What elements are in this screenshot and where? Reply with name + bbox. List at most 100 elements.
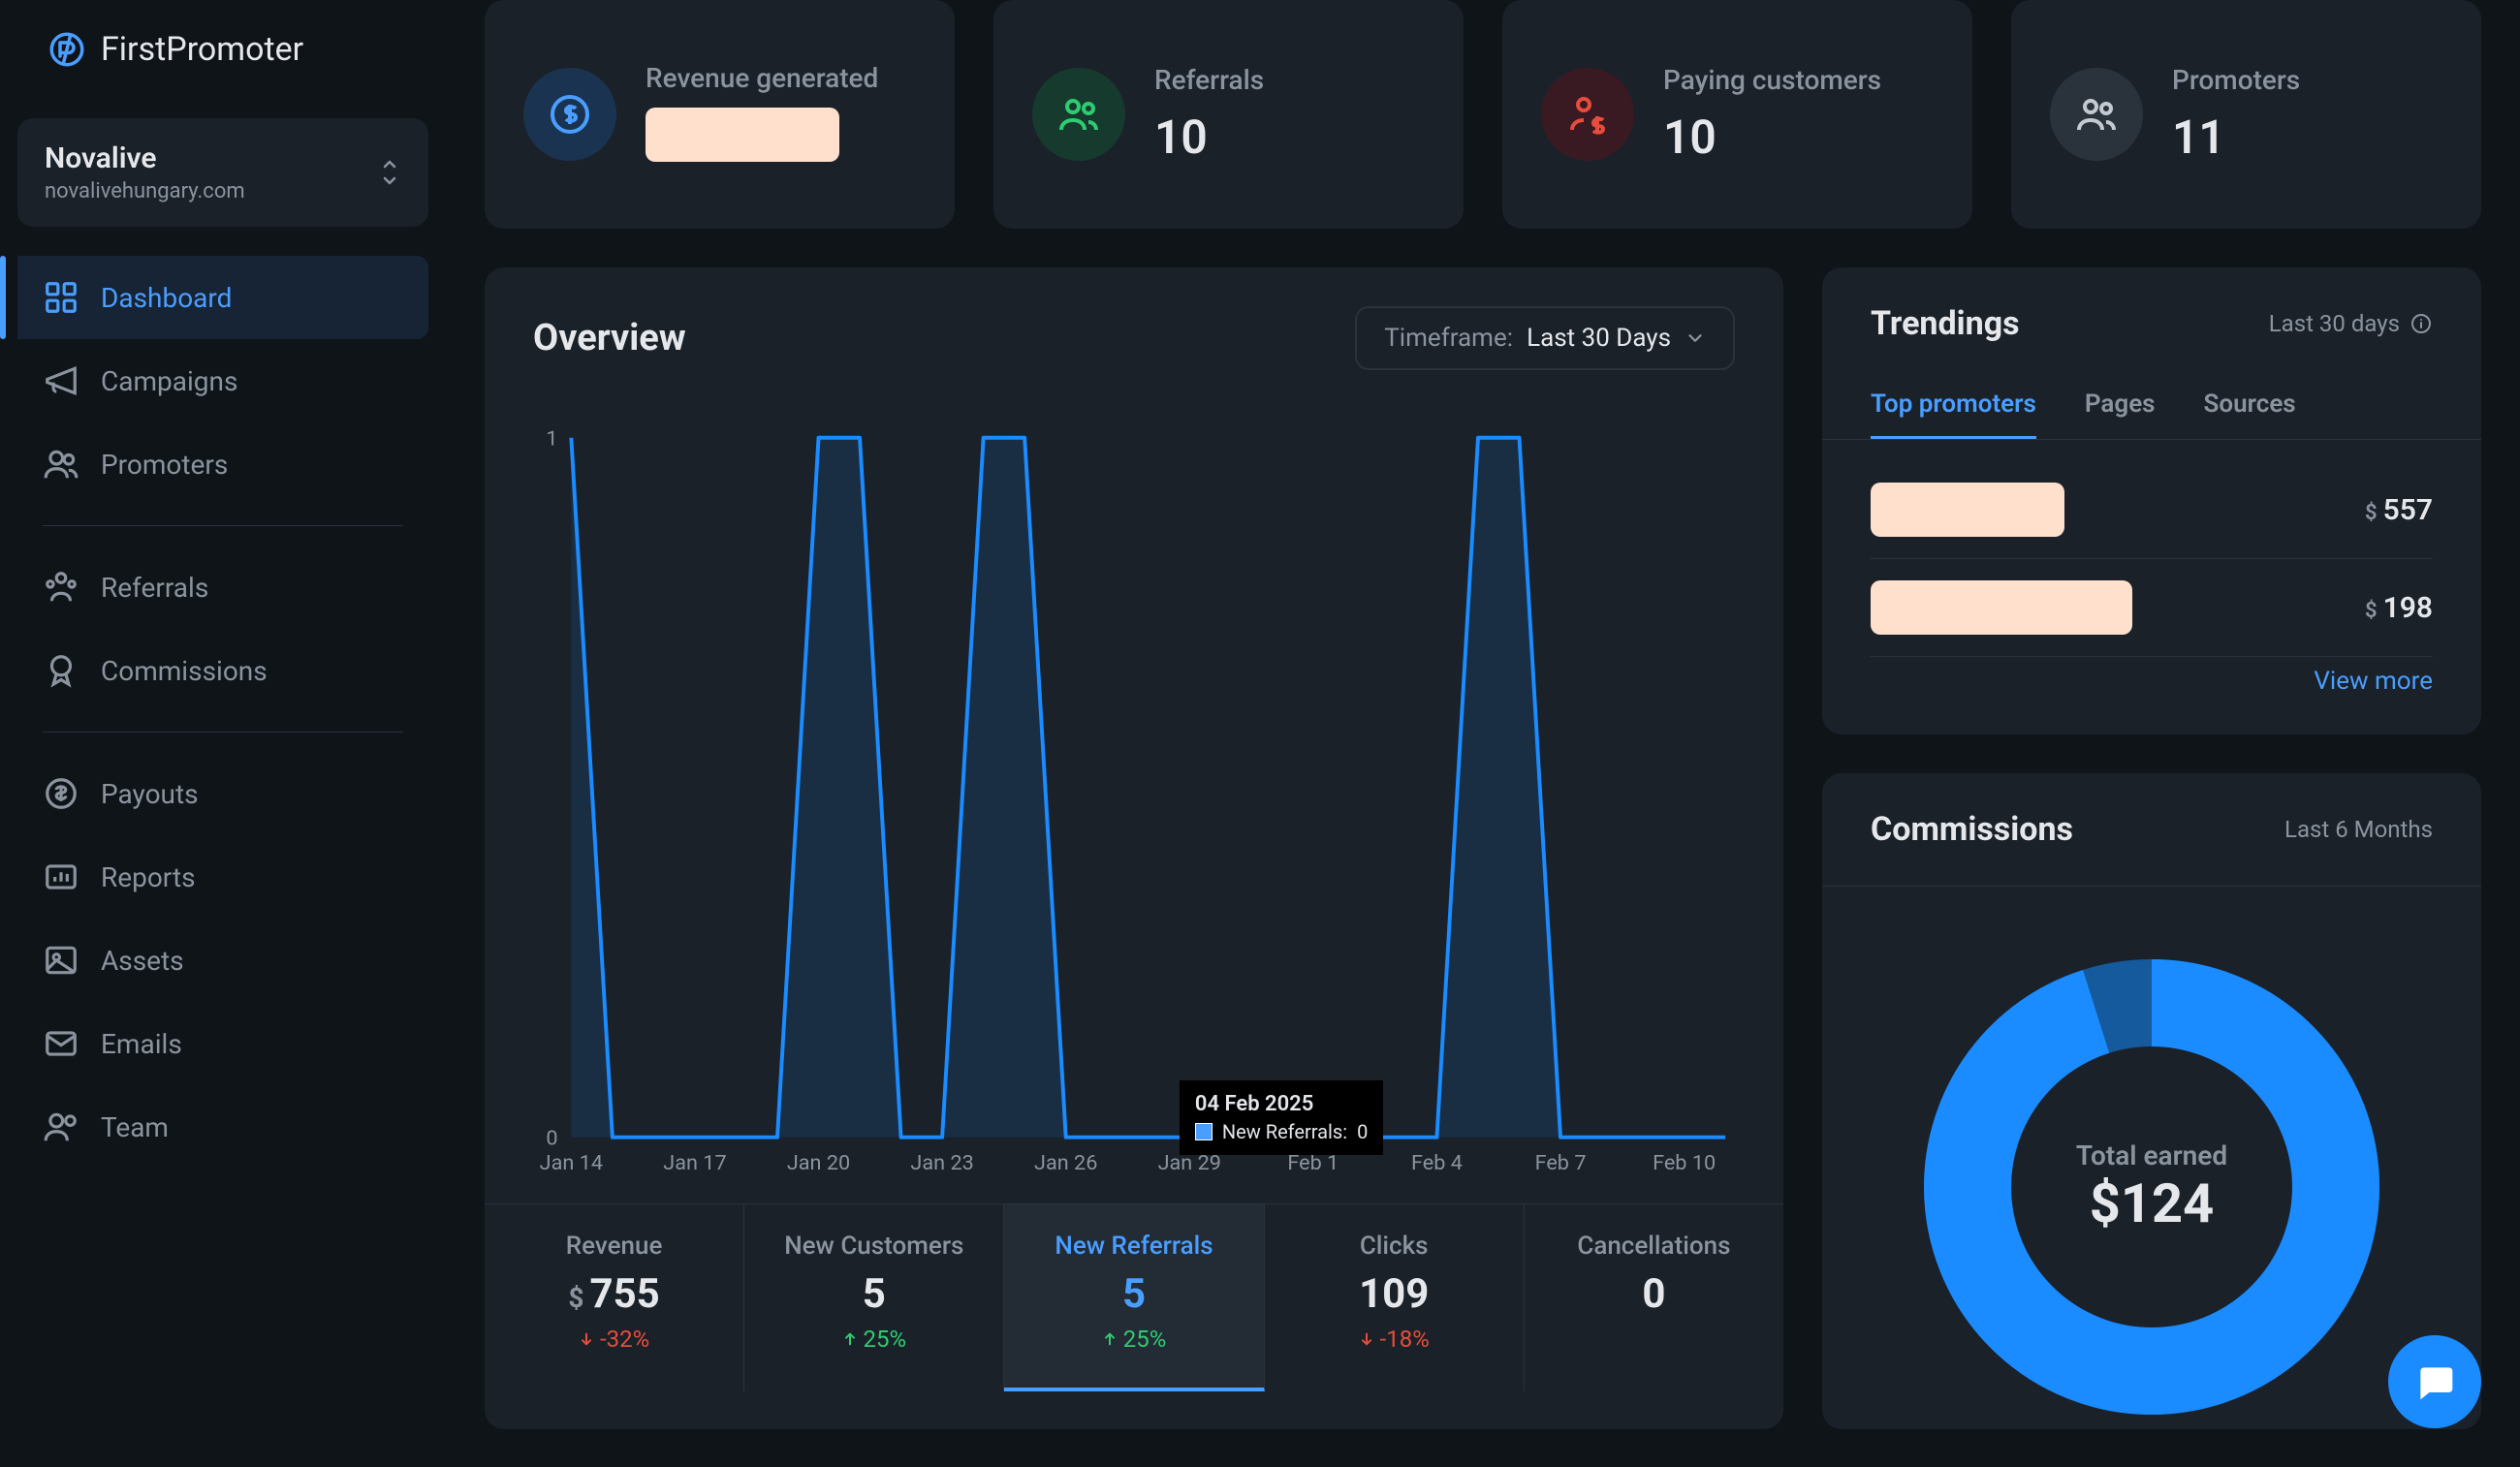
- trendings-title: Trendings: [1871, 304, 2020, 343]
- card-promoters: Promoters 11: [2011, 0, 2481, 229]
- card-paying-label: Paying customers: [1663, 64, 1881, 96]
- team-icon: [43, 1108, 79, 1145]
- trend-list: $557 $198 View more: [1822, 440, 2481, 734]
- nav-commissions[interactable]: Commissions: [17, 629, 428, 712]
- nav-divider: [43, 525, 403, 526]
- chevron-down-icon: [1685, 328, 1706, 349]
- stat-tab-revenue[interactable]: Revenue $755 -32%: [485, 1204, 744, 1391]
- stat-clicks-value: 109: [1284, 1270, 1504, 1318]
- chat-fab[interactable]: [2388, 1335, 2481, 1428]
- tooltip-series: New Referrals:: [1222, 1120, 1347, 1143]
- stat-referrals-delta-text: 25%: [1123, 1326, 1167, 1353]
- trend-amount-0: 557: [2383, 493, 2433, 527]
- card-paying: Paying customers 10: [1502, 0, 1972, 229]
- nav-promoters[interactable]: Promoters: [17, 422, 428, 506]
- timeframe-label: Timeframe:: [1384, 324, 1513, 353]
- redacted-value: [646, 108, 839, 162]
- stat-tab-customers[interactable]: New Customers 5 25%: [744, 1204, 1004, 1391]
- card-paying-value: 10: [1663, 109, 1881, 165]
- stat-revenue-delta-text: -32%: [600, 1326, 649, 1353]
- tab-sources[interactable]: Sources: [2204, 372, 2296, 439]
- stat-revenue-value: 755: [589, 1270, 659, 1318]
- stat-customers-label: New Customers: [764, 1232, 984, 1261]
- nav-dashboard[interactable]: Dashboard: [17, 256, 428, 339]
- dollar-sign: $: [568, 1282, 583, 1314]
- dashboard-icon: [43, 279, 79, 316]
- org-name: Novalive: [45, 141, 245, 175]
- commissions-sub: Last 6 Months: [2284, 816, 2433, 843]
- nav-referrals-label: Referrals: [101, 572, 208, 604]
- nav-promoters-label: Promoters: [101, 449, 228, 481]
- tooltip-value: 0: [1357, 1120, 1368, 1143]
- stat-revenue-delta: -32%: [504, 1326, 724, 1353]
- trend-row: $557: [1871, 461, 2433, 559]
- card-referrals: Referrals 10: [993, 0, 1464, 229]
- nav-assets[interactable]: Assets: [17, 919, 428, 1002]
- nav-dashboard-label: Dashboard: [101, 282, 232, 314]
- nav-commissions-label: Commissions: [101, 655, 268, 687]
- tab-pages[interactable]: Pages: [2085, 372, 2156, 439]
- arrow-down-icon: [579, 1331, 594, 1347]
- stat-customers-delta-text: 25%: [864, 1326, 907, 1353]
- nav-team-label: Team: [101, 1111, 169, 1143]
- nav-emails[interactable]: Emails: [17, 1002, 428, 1085]
- redacted-name: [1871, 580, 2132, 635]
- trend-row: $198: [1871, 559, 2433, 657]
- timeframe-select[interactable]: Timeframe: Last 30 Days: [1355, 306, 1735, 370]
- trend-amount-1: 198: [2383, 591, 2433, 625]
- users-icon: [43, 446, 79, 483]
- donut-value: $124: [2090, 1171, 2215, 1235]
- nav-payouts[interactable]: Payouts: [17, 752, 428, 835]
- logo: FirstPromoter: [17, 29, 428, 99]
- nav-reports-label: Reports: [101, 861, 196, 893]
- nav-reports[interactable]: Reports: [17, 835, 428, 919]
- chart-tooltip: 04 Feb 2025 New Referrals: 0: [1180, 1080, 1383, 1155]
- svg-text:Feb 4: Feb 4: [1411, 1151, 1463, 1175]
- stat-referrals-label: New Referrals: [1024, 1232, 1244, 1261]
- org-switcher[interactable]: Novalive novalivehungary.com: [17, 118, 428, 227]
- stat-cancel-label: Cancellations: [1544, 1232, 1764, 1261]
- svg-text:1: 1: [546, 428, 557, 452]
- svg-text:Jan 20: Jan 20: [787, 1151, 850, 1175]
- nav-emails-label: Emails: [101, 1028, 182, 1060]
- card-revenue: Revenue generated: [485, 0, 955, 229]
- arrow-down-icon: [1359, 1331, 1374, 1347]
- card-referrals-label: Referrals: [1154, 64, 1264, 96]
- org-domain: novalivehungary.com: [45, 179, 245, 203]
- main: Revenue generated Referrals 10 Paying: [446, 0, 2520, 1467]
- logo-icon: [47, 29, 87, 70]
- referrals-icon: [43, 569, 79, 606]
- card-revenue-label: Revenue generated: [646, 62, 878, 94]
- overview-title: Overview: [533, 317, 686, 359]
- trendings-sub-text: Last 30 days: [2269, 310, 2400, 337]
- dollar-circle-icon: [523, 68, 616, 161]
- svg-text:Jan 23: Jan 23: [910, 1151, 973, 1175]
- nav-referrals[interactable]: Referrals: [17, 546, 428, 629]
- stat-tab-cancel[interactable]: Cancellations 0: [1525, 1204, 1783, 1391]
- chat-icon: [2413, 1360, 2456, 1403]
- stat-tab-clicks[interactable]: Clicks 109 -18%: [1265, 1204, 1525, 1391]
- commissions-title: Commissions: [1871, 810, 2073, 849]
- overview-panel: Overview Timeframe: Last 30 Days 0 1 Jan 1…: [485, 267, 1783, 1429]
- nav-team[interactable]: Team: [17, 1085, 428, 1169]
- nav-campaigns-label: Campaigns: [101, 365, 237, 397]
- award-icon: [43, 652, 79, 689]
- svg-text:Jan 26: Jan 26: [1034, 1151, 1097, 1175]
- svg-text:Feb 7: Feb 7: [1535, 1151, 1587, 1175]
- tab-top-promoters[interactable]: Top promoters: [1871, 372, 2036, 439]
- view-more-link[interactable]: View more: [1871, 657, 2433, 705]
- svg-text:Feb 10: Feb 10: [1653, 1151, 1716, 1175]
- chevron-up-down-icon: [378, 157, 401, 188]
- trendings-tabs: Top promoters Pages Sources: [1822, 372, 2481, 440]
- svg-text:Jan 14: Jan 14: [540, 1151, 603, 1175]
- chart-icon: [43, 858, 79, 895]
- redacted-name: [1871, 483, 2064, 537]
- users-icon: [2050, 68, 2143, 161]
- tooltip-date: 04 Feb 2025: [1195, 1092, 1368, 1116]
- stat-tab-referrals[interactable]: New Referrals 5 25%: [1004, 1204, 1264, 1391]
- card-promoters-label: Promoters: [2172, 64, 2300, 96]
- mail-icon: [43, 1025, 79, 1062]
- nav-payouts-label: Payouts: [101, 778, 199, 810]
- nav-campaigns[interactable]: Campaigns: [17, 339, 428, 422]
- chart: 01Jan 14Jan 17Jan 20Jan 23Jan 26Jan 29Fe…: [485, 409, 1783, 1203]
